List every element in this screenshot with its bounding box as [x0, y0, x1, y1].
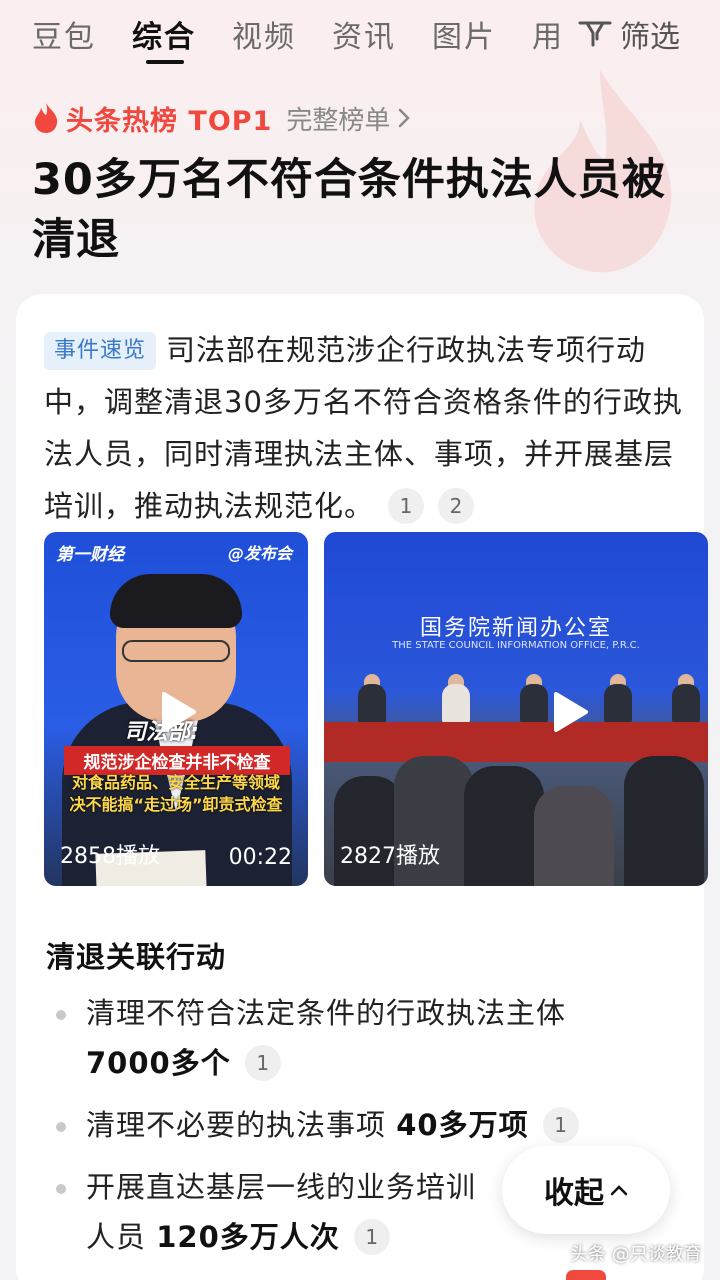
collapse-button[interactable]: 收起 — [502, 1146, 670, 1234]
list-item: 开展直达基层一线的业务培训人员 120多万人次 1 — [52, 1162, 492, 1262]
video-thumbnail-2[interactable]: 国务院新闻办公室 THE STATE COUNCIL INFORMATION O… — [324, 532, 708, 886]
backdrop-title-cn: 国务院新闻办公室 — [419, 616, 612, 641]
tab-user[interactable]: 用 — [532, 12, 564, 56]
watermark: 头条 @只谈教育 — [570, 1244, 702, 1265]
reference-1[interactable]: 1 — [388, 488, 425, 524]
play-icon[interactable] — [544, 688, 592, 736]
list-item-figure: 40多万项 — [396, 1108, 529, 1142]
collapse-label: 收起 — [544, 1176, 604, 1211]
active-tab-indicator — [146, 60, 184, 64]
play-icon[interactable] — [152, 688, 200, 736]
tab-images[interactable]: 图片 — [432, 12, 496, 56]
tab-news[interactable]: 资讯 — [332, 12, 396, 56]
video-caption-yellow-1: 对食品药品、安全生产等领域 — [71, 773, 280, 792]
reference-2[interactable]: 2 — [438, 488, 475, 524]
list-item-figure: 7000多个 — [86, 1046, 231, 1080]
play-count: 2858播放 — [60, 844, 160, 869]
list-item-text: 清理不符合法定条件的行政执法主体 — [86, 996, 567, 1030]
speaker — [604, 684, 632, 724]
play-count: 2827播放 — [340, 844, 440, 869]
list-item: 清理不必要的执法事项 40多万项 1 — [52, 1100, 672, 1150]
full-list-link[interactable]: 完整榜单 — [286, 100, 390, 137]
event-summary: 事件速览 司法部在规范涉企行政执法专项行动中，调整清退30多万名不符合资格条件的行… — [44, 324, 684, 532]
backdrop-title-en: THE STATE COUNCIL INFORMATION OFFICE, P.… — [392, 640, 640, 651]
chevron-up-icon — [610, 1185, 628, 1196]
hot-list-banner[interactable]: 头条热榜 TOP1 完整榜单 — [32, 100, 411, 137]
filter-label: 筛选 — [620, 20, 680, 55]
speaker — [442, 684, 470, 724]
flame-icon — [35, 103, 58, 133]
speaker — [358, 684, 386, 724]
list-item: 清理不符合法定条件的行政执法主体 7000多个 1 — [52, 988, 672, 1088]
channel-logo: 第一财经 — [56, 545, 124, 565]
reference-1[interactable]: 1 — [353, 1219, 390, 1255]
tab-doubao[interactable]: 豆包 — [32, 12, 96, 56]
tab-video[interactable]: 视频 — [232, 12, 296, 56]
audience-member — [464, 766, 544, 886]
speaker — [672, 684, 700, 724]
video-caption-yellow: 对食品药品、安全生产等领域 决不能搞“走过场”卸责式检查 — [44, 772, 308, 816]
audience-member — [534, 786, 614, 886]
bottom-red-tab — [566, 1270, 606, 1280]
chevron-right-icon — [399, 108, 411, 128]
reference-1[interactable]: 1 — [244, 1045, 281, 1081]
video-thumbnail-1[interactable]: 第一财经 @发布会 司法部: 规范涉企检查并非不检查 对食品药品、安全生产等领域… — [44, 532, 308, 886]
tab-comprehensive[interactable]: 综合 — [132, 12, 196, 56]
section-title: 清退关联行动 — [46, 940, 227, 974]
reference-1[interactable]: 1 — [542, 1107, 579, 1143]
audience-member — [624, 756, 704, 886]
event-badge: 事件速览 — [44, 332, 157, 370]
page-title: 30多万名不符合条件执法人员被清退 — [32, 155, 666, 265]
hot-rank-label: 头条热榜 TOP1 — [66, 105, 273, 137]
video-duration: 00:22 — [228, 845, 292, 870]
list-item-figure: 120多万人次 — [156, 1220, 340, 1254]
speaker-glasses — [122, 640, 230, 662]
press-logo: @发布会 — [227, 544, 292, 563]
list-item-text: 清理不必要的执法事项 — [86, 1108, 387, 1142]
filter-button[interactable]: 筛选 — [578, 12, 680, 56]
filter-icon — [578, 21, 612, 47]
video-caption-yellow-2: 决不能搞“走过场”卸责式检查 — [69, 795, 283, 814]
video-caption-red: 规范涉企检查并非不检查 — [64, 746, 290, 775]
speaker-hair — [110, 574, 242, 628]
